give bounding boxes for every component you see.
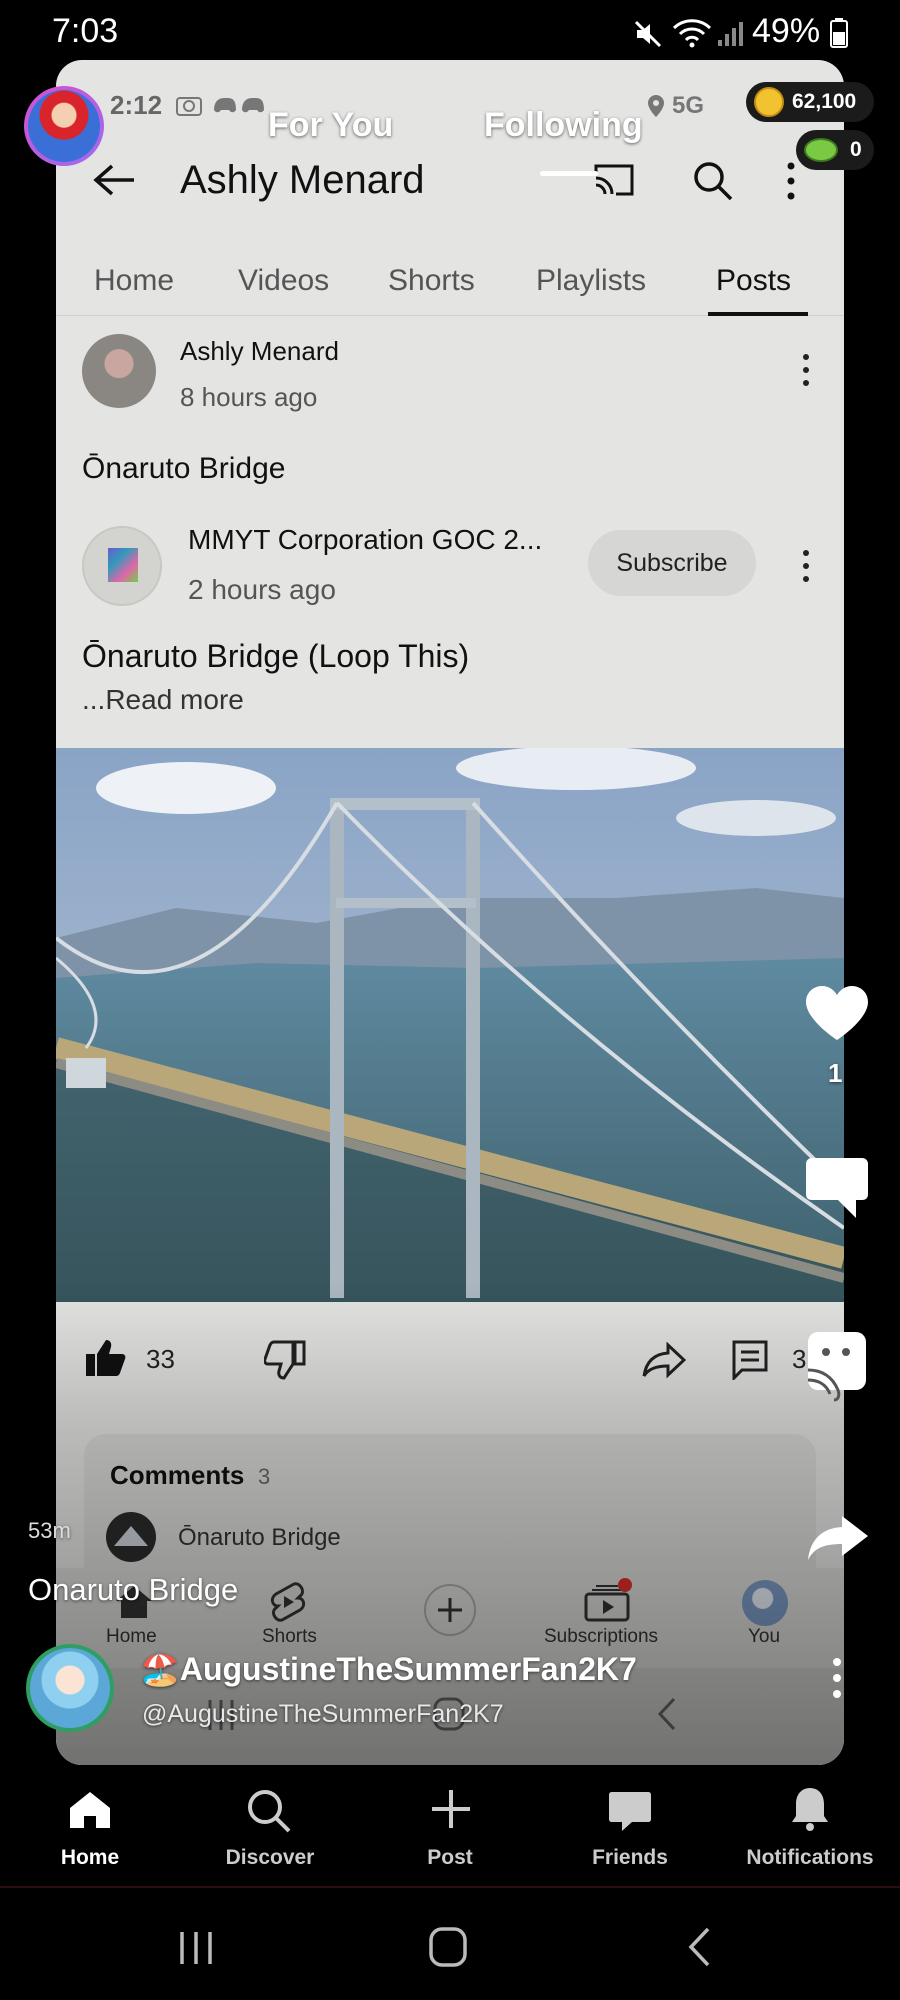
system-back-icon[interactable] [686,1926,714,1968]
subscriptions-badge [618,1578,632,1592]
share-icon[interactable] [806,1514,870,1562]
system-nav [0,1890,900,2000]
tab-posts-indicator [708,312,808,316]
wifi-icon [672,19,712,48]
nav-notifications-icon[interactable] [790,1786,830,1832]
creator-avatar[interactable] [26,1644,114,1732]
nav-home-label[interactable]: Home [30,1846,150,1870]
gem-counter[interactable]: 0 [796,130,874,170]
comments-action-count: 3 [792,1344,807,1374]
comments-count: 3 [258,1464,271,1489]
tab-for-you[interactable]: For You [268,106,393,145]
tab-posts[interactable]: Posts [716,264,791,298]
video-more-icon[interactable] [830,1656,844,1700]
shared-text: Ōnaruto Bridge (Loop This) [82,638,470,674]
like-thumb-icon[interactable] [84,1338,126,1378]
system-home-icon[interactable] [428,1926,468,1968]
post-time: 8 hours ago [180,382,318,412]
inner-shorts-icon[interactable] [270,1582,306,1622]
heart-count: 1 [828,1058,843,1088]
comments-box-icon[interactable] [732,1340,768,1380]
creator-name-wrap: 🏖️AugustineTheSummerFan2K7 [140,1650,670,1694]
tab-following[interactable]: Following [484,106,643,145]
battery-icon [830,18,848,48]
video-age: 53m [28,1518,71,1543]
heart-icon[interactable] [804,984,870,1042]
favorite-sticker-icon[interactable] [806,1330,868,1402]
dislike-thumb-icon[interactable] [264,1340,306,1380]
back-arrow-icon[interactable] [92,162,136,198]
tab-home[interactable]: Home [94,264,174,298]
comments-label: Comments [110,1460,245,1490]
nav-friends-icon[interactable] [608,1790,652,1832]
inner-back-icon [657,1697,676,1731]
location-icon [648,95,664,117]
inner-shorts-label[interactable]: Shorts [262,1626,317,1648]
channel-title: Ashly Menard [180,158,425,202]
inner-home-label[interactable]: Home [106,1626,157,1648]
coin-count: 62,100 [792,90,857,113]
search-icon[interactable] [692,160,734,202]
app-root: 7:03 49% 2:12 5G Ashly Menard Home Video… [0,0,900,2000]
share-arrow-icon[interactable] [642,1342,686,1378]
post-text: Ōnaruto Bridge [82,452,286,485]
creator-handle[interactable]: @AugustineTheSummerFan2K7 [142,1700,504,1729]
status-time: 7:03 [52,12,119,50]
shared-author-name[interactable]: MMYT Corporation GOC 2... [188,524,542,556]
inner-status-time: 2:12 [110,90,163,120]
signal-icon [718,22,743,46]
inner-subscriptions-label[interactable]: Subscriptions [544,1626,658,1648]
shared-author-avatar[interactable] [82,526,162,606]
comment-bubble-icon[interactable] [804,1156,870,1222]
status-bar: 7:03 49% [0,0,900,62]
coin-counter[interactable]: 62,100 [746,82,874,122]
mute-icon [634,20,662,48]
inner-you-label[interactable]: You [748,1626,780,1648]
bridge-photo[interactable] [56,748,844,1302]
camera-icon [176,97,202,116]
channel-tabs: Home Videos Shorts Playlists Posts [56,250,844,316]
nav-discover-icon[interactable] [246,1788,292,1834]
nav-notifications-label[interactable]: Notifications [730,1846,890,1870]
post-author-name[interactable]: Ashly Menard [180,336,339,367]
battery-percent: 49% [752,12,821,50]
nav-friends-label[interactable]: Friends [570,1846,690,1870]
comment-avatar [106,1512,156,1562]
shared-more-icon[interactable] [800,548,812,584]
post-more-icon[interactable] [800,352,812,388]
inner-network: 5G [672,92,705,119]
live-avatar[interactable] [24,86,104,166]
inner-create-button[interactable] [424,1584,476,1636]
read-more-link[interactable]: ...Read more [82,684,244,716]
tab-playlists[interactable]: Playlists [536,264,646,298]
creator-display-name[interactable]: 🏖️AugustineTheSummerFan2K7 [140,1651,637,1687]
gem-icon [804,138,838,162]
shared-time: 2 hours ago [188,574,336,605]
like-count: 33 [146,1344,175,1374]
comment-text: Ōnaruto Bridge [178,1524,341,1551]
post-author-avatar[interactable] [82,334,156,408]
more-vert-icon[interactable] [784,160,798,202]
tab-videos[interactable]: Videos [238,264,329,298]
nav-home-icon[interactable] [68,1790,112,1830]
inner-you-avatar[interactable] [742,1580,788,1626]
tab-shorts[interactable]: Shorts [388,264,475,298]
nav-post-label[interactable]: Post [390,1846,510,1870]
system-recents-icon[interactable] [176,1928,216,1968]
nav-post-icon[interactable] [430,1788,472,1830]
subscribe-button[interactable]: Subscribe [588,530,756,596]
gem-count: 0 [850,138,862,161]
video-title: Onaruto Bridge [28,1572,239,1607]
video-frame[interactable]: 2:12 5G Ashly Menard Home Videos Shorts … [56,60,844,1765]
bottom-nav: Home Discover Post Friends Notifications [0,1770,900,1888]
gamepad-icon [214,98,264,113]
coin-icon [754,87,784,117]
cast-icon[interactable] [592,162,636,198]
nav-discover-label[interactable]: Discover [210,1846,330,1870]
feed-tab-indicator [540,171,598,176]
